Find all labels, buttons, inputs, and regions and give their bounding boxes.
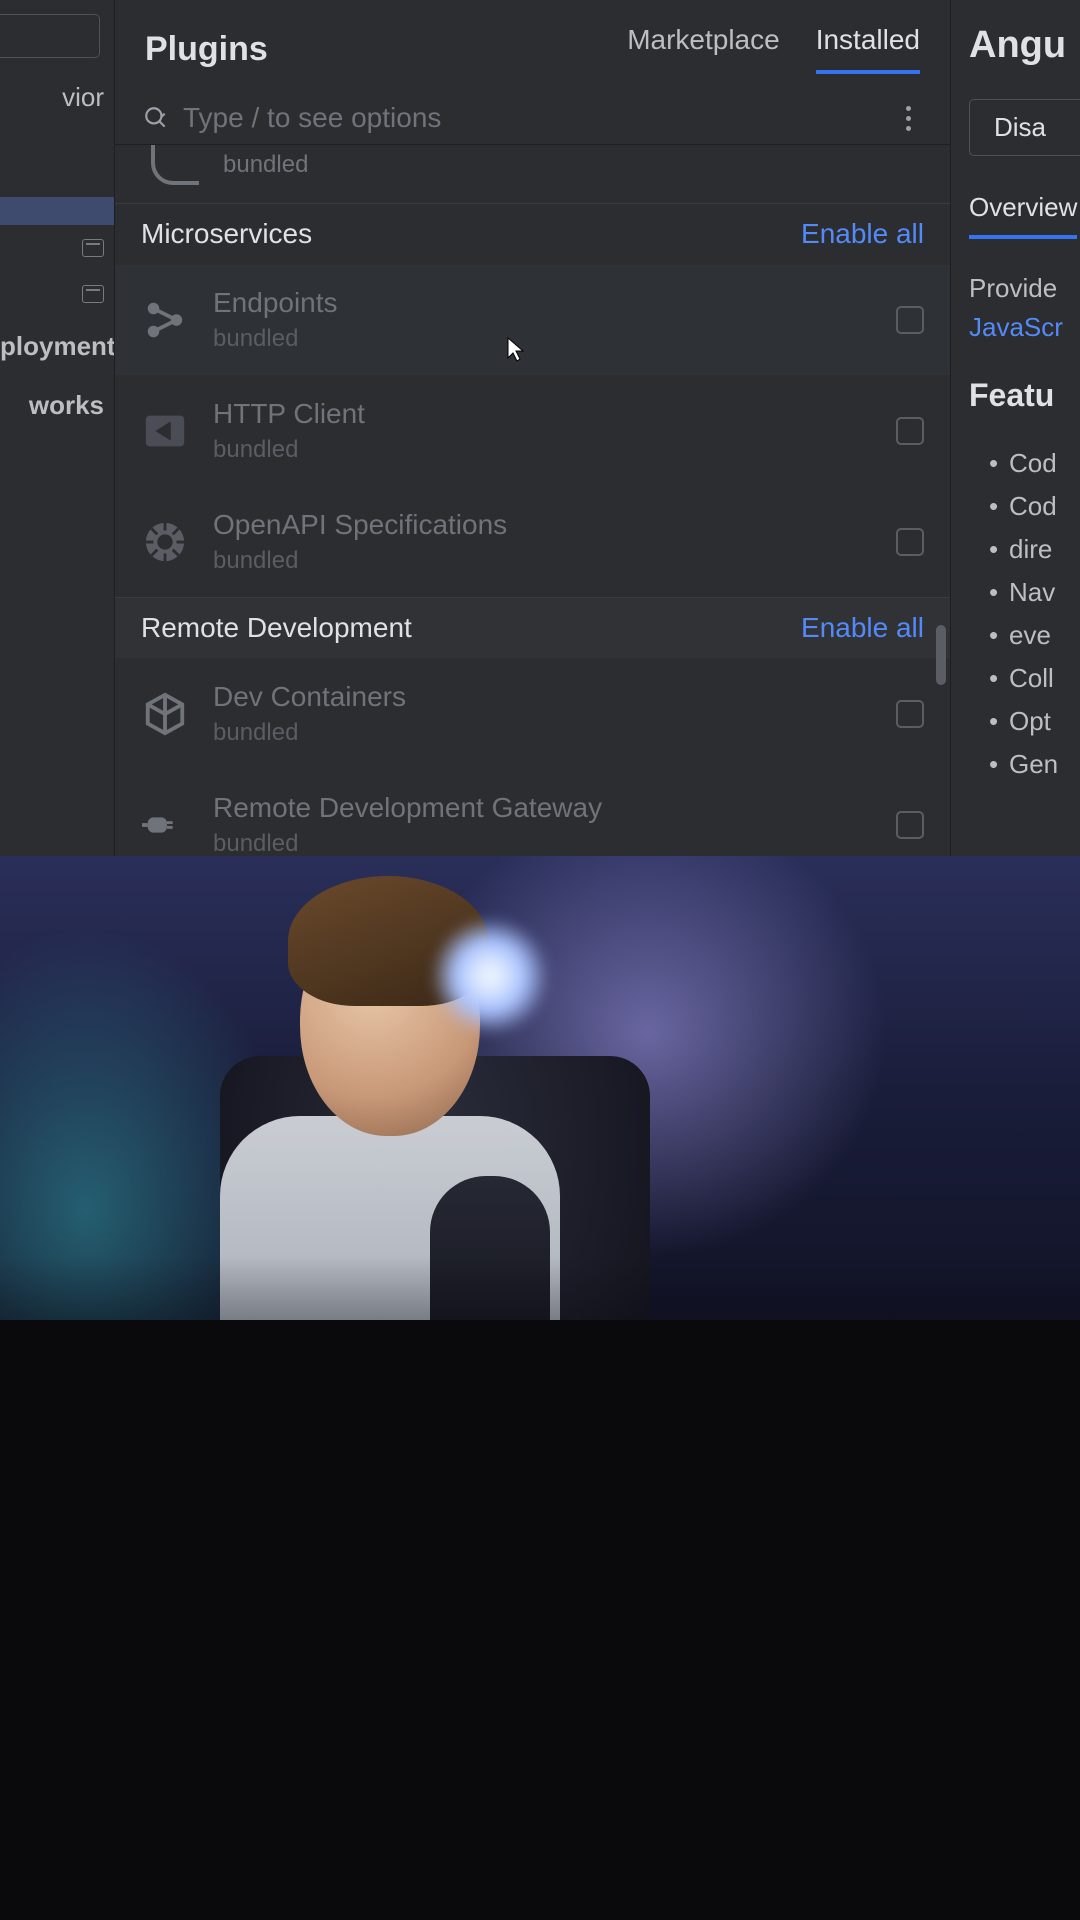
plugin-row-partial[interactable]: bundled (115, 145, 950, 203)
plugin-name: HTTP Client (213, 398, 872, 430)
plugin-subtitle: bundled (213, 325, 872, 353)
sidebar-item-frameworks[interactable]: works (0, 376, 114, 435)
tab-installed[interactable]: Installed (816, 24, 920, 74)
group-header-remote-dev: Remote Development Enable all (115, 597, 950, 658)
scrollbar-thumb[interactable] (936, 625, 946, 685)
sidebar-item-behavior[interactable]: vior (0, 68, 114, 127)
plugin-search-input[interactable] (183, 102, 896, 134)
enable-all-link[interactable]: Enable all (801, 612, 924, 644)
keymap-badge-icon (82, 239, 104, 257)
plugin-enable-checkbox[interactable] (896, 528, 924, 556)
plugin-name: Endpoints (213, 287, 872, 319)
cube-icon (141, 690, 189, 738)
keymap-badge-icon (82, 285, 104, 303)
group-header-microservices: Microservices Enable all (115, 203, 950, 264)
plugin-subtitle: bundled (213, 436, 872, 464)
search-icon[interactable] (143, 104, 171, 132)
plugin-name: Remote Development Gateway (213, 792, 872, 824)
plugin-enable-checkbox[interactable] (896, 700, 924, 728)
enable-all-link[interactable]: Enable all (801, 218, 924, 250)
feature-bullet: Nav (969, 571, 1080, 614)
plugin-icon (151, 145, 199, 185)
plugin-subtitle: bundled (213, 547, 872, 575)
plugin-enable-checkbox[interactable] (896, 811, 924, 839)
http-icon (141, 407, 189, 455)
plug-icon (141, 801, 189, 849)
sidebar-item-selected[interactable] (0, 197, 114, 225)
disable-button[interactable]: Disa (969, 99, 1080, 156)
feature-bullet: Opt (969, 700, 1080, 743)
more-options-icon[interactable] (896, 106, 920, 131)
feature-bullet: Cod (969, 442, 1080, 485)
plugin-row-dev-containers[interactable]: Dev Containers bundled (115, 658, 950, 769)
page-title: Plugins (145, 30, 627, 69)
feature-bullet: Gen (969, 743, 1080, 786)
group-title: Microservices (141, 218, 312, 250)
feature-bullet-cont: eve (969, 614, 1080, 657)
plugin-name: OpenAPI Specifications (213, 509, 872, 541)
features-heading: Featu (969, 377, 1080, 414)
endpoints-icon (141, 296, 189, 344)
tab-overview[interactable]: Overview (969, 192, 1077, 239)
plugin-subtitle: bundled (223, 151, 920, 179)
group-title: Remote Development (141, 612, 412, 644)
plugin-subtitle: bundled (213, 830, 872, 858)
plugin-detail-title: Angu (969, 24, 1080, 67)
feature-bullet: Coll (969, 657, 1080, 700)
javascript-link[interactable]: JavaScr (969, 308, 1080, 347)
plugin-name: Dev Containers (213, 681, 872, 713)
openapi-icon (141, 518, 189, 566)
bottom-black-bar (0, 1320, 1080, 1920)
sidebar-item-deployment[interactable]: ployment (0, 317, 114, 376)
plugin-enable-checkbox[interactable] (896, 306, 924, 334)
detail-text: Provide (969, 269, 1080, 308)
plugin-row-openapi[interactable]: OpenAPI Specifications bundled (115, 486, 950, 597)
plugin-subtitle: bundled (213, 719, 872, 747)
plugin-row-http-client[interactable]: HTTP Client bundled (115, 375, 950, 486)
sidebar-search[interactable] (0, 14, 100, 58)
feature-bullet-cont: dire (969, 528, 1080, 571)
mouse-cursor (506, 336, 526, 362)
feature-bullet: Cod (969, 485, 1080, 528)
tab-marketplace[interactable]: Marketplace (627, 24, 780, 74)
plugin-enable-checkbox[interactable] (896, 417, 924, 445)
plugin-row-endpoints[interactable]: Endpoints bundled (115, 264, 950, 375)
